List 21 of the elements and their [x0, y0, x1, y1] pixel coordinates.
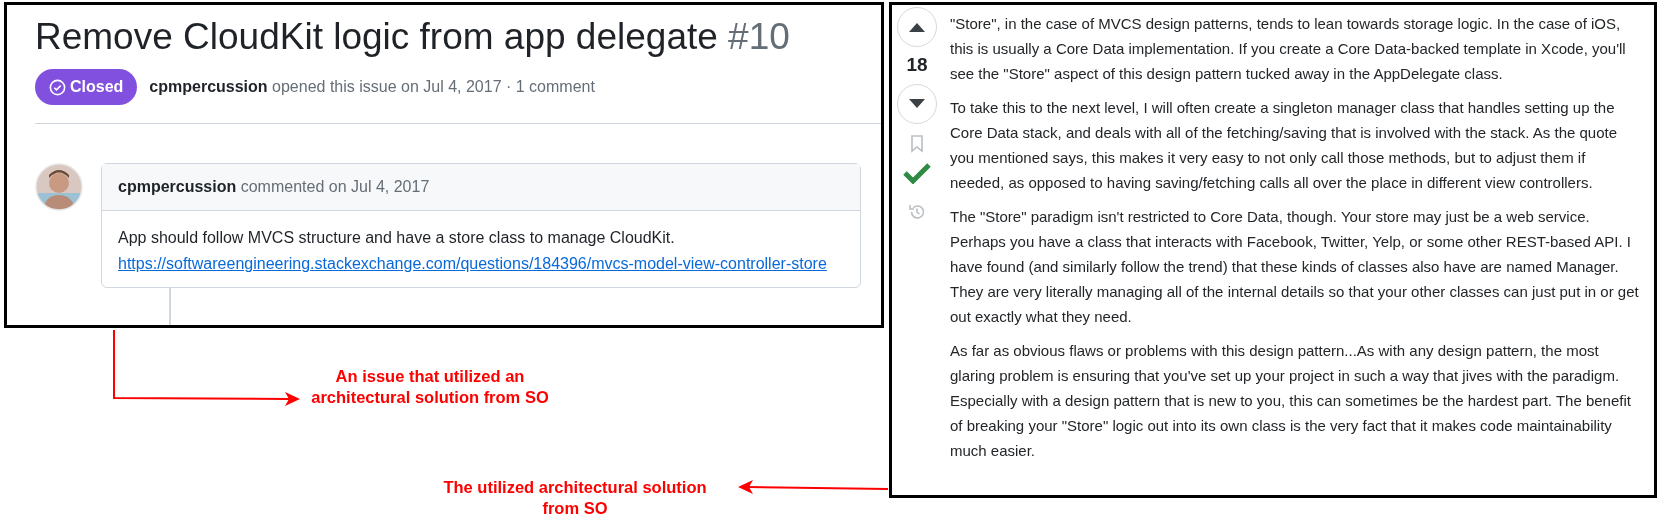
status-badge: Closed [35, 69, 138, 105]
answer-paragraph: As far as obvious flaws or problems with this design pattern...As with any design pattern, the most glaring problem is ensuring that you've set up your project in such a way that jives with the paradigm. Especially with a design pattern that is new to you, this can sometimes be the hardest part. The benefit of breaking your "Store" logic out into its own class is the very fact that it makes code maintainability much easier. [950, 341, 1632, 461]
annotation-text: An issue that utilized an architectural solution from SO [310, 366, 550, 408]
check-circle-icon [49, 78, 66, 96]
issue-title: Remove CloudKit logic from app delegate #10 [35, 15, 791, 59]
answer-paragraph: The "Store" paradigm isn't restricted to Core Data, though. Your store may just be a web service. Perhaps you have a class that interacts with Facebook, Twitter, Yelp, or some other REST-based API. I have found (and similarly follow the trend) that these kinds of classes also have are named Manager. They are very literally managing all of the internal details so that your other classes can just put in or get out exactly what they need. [950, 207, 1640, 327]
issue-meta: cpmpercussion opened this issue on Jul 4, 2017 · 1 comment [149, 77, 595, 97]
comment-text: App should follow MVCS structure and have a store class to manage CloudKit. [118, 228, 676, 248]
history-icon [908, 203, 926, 222]
issue-number: #10 [728, 16, 790, 57]
answer-paragraph: "Store", in the case of MVCS design patterns, tends to lean towards storage logic. In the case of iOS, this is usually a Core Data implementation. If you create a Core Data-backed template in Xcode, you'll see the "Store" aspect of this design pattern tucked away in the AppDelegate class. [950, 14, 1627, 84]
downvote-button[interactable] [897, 83, 937, 124]
bookmark-icon [910, 135, 924, 154]
upvote-button[interactable] [897, 7, 937, 47]
answer-paragraph: To take this to the next level, I will often create a singleton manager class that handles setting up the Core Data stack, and deals with all of the fetching/saving that is involved with the stack. As the quote you mentioned says, this makes it very easy to not only call those methods, but to adjust them if needed, as opposed to having saving/fetching calls all over the place in different view controllers. [950, 98, 1619, 193]
vote-count: 18 [906, 53, 928, 77]
comment-link[interactable]: https://softwareengineering.stackexchange.com/questions/184396/mvcs-model-view-controller-store [118, 255, 827, 272]
comment-header: cpmpercussion commented on Jul 4, 2017 [102, 164, 860, 211]
up-arrow-icon [908, 22, 926, 32]
down-arrow-icon [908, 98, 926, 109]
annotation-text: The utilized architectural solution from SO [442, 477, 708, 519]
